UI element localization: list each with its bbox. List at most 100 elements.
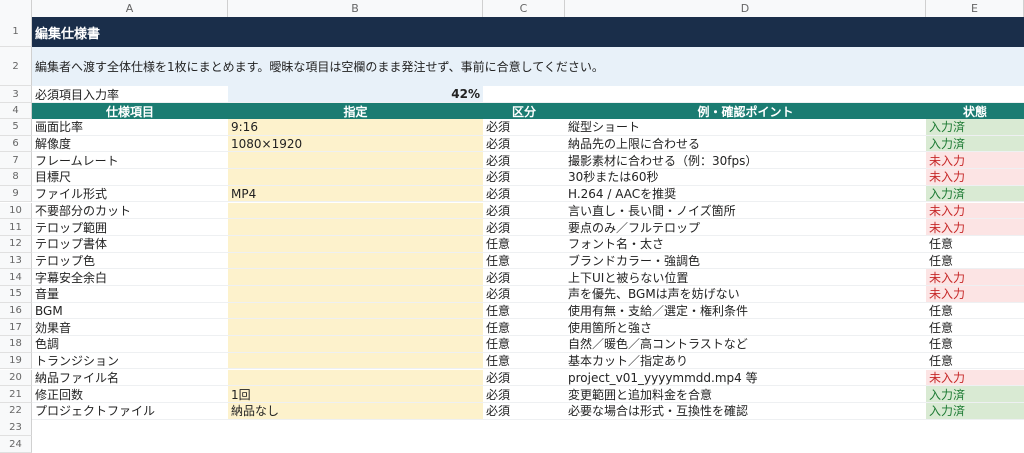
spec-item-cell[interactable]: テロップ色: [32, 253, 228, 270]
kubun-cell[interactable]: 必須: [483, 286, 565, 303]
spec-value-cell[interactable]: [228, 302, 483, 320]
example-cell[interactable]: project_v01_yyyymmdd.mp4 等: [565, 370, 926, 387]
status-cell[interactable]: 入力済: [926, 185, 1024, 203]
spec-value-cell[interactable]: 納品なし: [228, 402, 483, 420]
row-number[interactable]: 1: [0, 17, 32, 47]
status-cell[interactable]: 任意: [926, 319, 1024, 337]
spec-item-cell[interactable]: 音量: [32, 286, 228, 303]
status-cell[interactable]: 任意: [926, 336, 1024, 353]
row-number[interactable]: 8: [0, 169, 32, 186]
status-cell[interactable]: 未入力: [926, 219, 1024, 236]
sheet-title[interactable]: 編集仕様書: [32, 17, 1024, 47]
kubun-cell[interactable]: 任意: [483, 253, 565, 270]
column-header-a[interactable]: A: [32, 0, 228, 17]
status-cell[interactable]: 未入力: [926, 269, 1024, 286]
row-number[interactable]: 14: [0, 269, 32, 286]
kubun-cell[interactable]: 必須: [483, 152, 565, 170]
empty-cell[interactable]: [483, 86, 565, 103]
spec-item-cell[interactable]: 効果音: [32, 319, 228, 337]
kubun-cell[interactable]: 必須: [483, 219, 565, 236]
row-number[interactable]: 4: [0, 103, 32, 119]
column-header-d[interactable]: D: [565, 0, 926, 17]
row-number[interactable]: 20: [0, 369, 32, 387]
kubun-cell[interactable]: 必須: [483, 269, 565, 286]
example-cell[interactable]: 使用箇所と強さ: [565, 319, 926, 337]
example-cell[interactable]: 縦型ショート: [565, 119, 926, 136]
kubun-cell[interactable]: 必須: [483, 169, 565, 186]
kubun-cell[interactable]: 必須: [483, 370, 565, 387]
example-cell[interactable]: 30秒または60秒: [565, 169, 926, 186]
header-spec[interactable]: 指定: [228, 103, 483, 119]
kubun-cell[interactable]: 必須: [483, 403, 565, 420]
spec-item-cell[interactable]: テロップ範囲: [32, 219, 228, 236]
column-header-e[interactable]: E: [926, 0, 1024, 17]
row-number[interactable]: 11: [0, 219, 32, 236]
spec-value-cell[interactable]: [228, 152, 483, 170]
spec-value-cell[interactable]: [228, 169, 483, 186]
row-number[interactable]: 21: [0, 386, 32, 403]
spec-item-cell[interactable]: プロジェクトファイル: [32, 403, 228, 420]
header-example[interactable]: 例・確認ポイント: [565, 103, 926, 119]
status-cell[interactable]: 未入力: [926, 169, 1024, 186]
example-cell[interactable]: 変更範囲と追加料金を合意: [565, 386, 926, 403]
spec-item-cell[interactable]: 解像度: [32, 136, 228, 153]
empty-cell[interactable]: [926, 86, 1024, 103]
status-cell[interactable]: 入力済: [926, 402, 1024, 420]
spec-item-cell[interactable]: 字幕安全余白: [32, 269, 228, 286]
spec-value-cell[interactable]: 9:16: [228, 119, 483, 136]
example-cell[interactable]: フォント名・太さ: [565, 236, 926, 253]
spec-item-cell[interactable]: 不要部分のカット: [32, 203, 228, 220]
rate-label[interactable]: 必須項目入力率: [32, 86, 228, 103]
spec-item-cell[interactable]: トランジション: [32, 353, 228, 370]
header-status[interactable]: 状態: [926, 103, 1024, 119]
example-cell[interactable]: 必要な場合は形式・互換性を確認: [565, 403, 926, 420]
row-number[interactable]: 15: [0, 286, 32, 303]
example-cell[interactable]: 声を優先、BGMは声を妨げない: [565, 286, 926, 303]
header-kubun[interactable]: 区分: [483, 103, 565, 119]
row-number[interactable]: 2: [0, 47, 32, 86]
row-number[interactable]: 18: [0, 336, 32, 353]
empty-cell[interactable]: [565, 86, 926, 103]
spec-value-cell[interactable]: [228, 235, 483, 253]
row-number[interactable]: 7: [0, 152, 32, 170]
kubun-cell[interactable]: 必須: [483, 186, 565, 203]
spec-value-cell[interactable]: [228, 352, 483, 370]
spec-value-cell[interactable]: [228, 252, 483, 270]
row-number[interactable]: 24: [0, 436, 32, 453]
spec-item-cell[interactable]: ファイル形式: [32, 186, 228, 203]
status-cell[interactable]: 任意: [926, 353, 1024, 370]
spec-item-cell[interactable]: BGM: [32, 303, 228, 320]
spec-value-cell[interactable]: [228, 219, 483, 236]
kubun-cell[interactable]: 必須: [483, 136, 565, 153]
select-all-corner[interactable]: [0, 0, 32, 17]
example-cell[interactable]: H.264 / AACを推奨: [565, 186, 926, 203]
kubun-cell[interactable]: 任意: [483, 303, 565, 320]
spec-value-cell[interactable]: [228, 369, 483, 387]
row-number[interactable]: 10: [0, 202, 32, 220]
spec-item-cell[interactable]: テロップ書体: [32, 236, 228, 253]
kubun-cell[interactable]: 任意: [483, 336, 565, 353]
spec-value-cell[interactable]: [228, 319, 483, 337]
status-cell[interactable]: 入力済: [926, 119, 1024, 136]
sheet-description[interactable]: 編集者へ渡す全体仕様を1枚にまとめます。曖昧な項目は空欄のまま発注せず、事前に合…: [32, 47, 1024, 86]
status-cell[interactable]: 任意: [926, 236, 1024, 253]
spec-value-cell[interactable]: MP4: [228, 185, 483, 203]
status-cell[interactable]: 入力済: [926, 386, 1024, 403]
row-number[interactable]: 22: [0, 402, 32, 420]
spec-value-cell[interactable]: [228, 202, 483, 220]
spec-value-cell[interactable]: [228, 269, 483, 286]
status-cell[interactable]: 未入力: [926, 369, 1024, 387]
row-number[interactable]: 12: [0, 235, 32, 253]
column-header-b[interactable]: B: [228, 0, 483, 17]
row-number[interactable]: 17: [0, 319, 32, 337]
kubun-cell[interactable]: 必須: [483, 203, 565, 220]
row-number[interactable]: 23: [0, 419, 32, 436]
row-number[interactable]: 3: [0, 86, 32, 103]
spec-item-cell[interactable]: フレームレート: [32, 152, 228, 170]
example-cell[interactable]: 使用有無・支給／選定・権利条件: [565, 303, 926, 320]
spec-value-cell[interactable]: [228, 286, 483, 303]
row-number[interactable]: 5: [0, 119, 32, 136]
header-item[interactable]: 仕様項目: [32, 103, 228, 119]
kubun-cell[interactable]: 任意: [483, 353, 565, 370]
row-number[interactable]: 19: [0, 352, 32, 370]
